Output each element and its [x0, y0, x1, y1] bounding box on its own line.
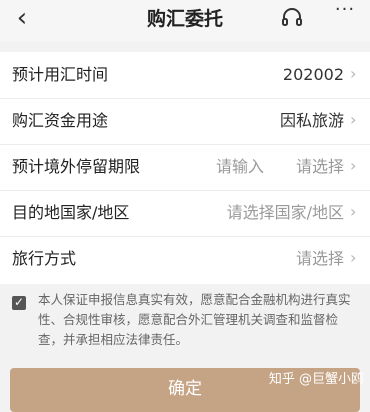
headset-icon[interactable] [280, 6, 304, 30]
chevron-right-icon: › [350, 156, 357, 175]
agreement-checkbox[interactable]: ✓ [12, 295, 26, 310]
row-expected-fx-time[interactable]: 预计用汇时间 202002 › [0, 52, 370, 99]
form-card: 预计用汇时间 202002 › 购汇资金用途 因私旅游 › 预计境外停留期限 请… [0, 52, 370, 284]
top-bar: ‹ 购汇委托 ··· [0, 0, 370, 42]
row-label: 预计境外停留期限 [12, 157, 141, 176]
row-destination[interactable]: 目的地国家/地区 请选择国家/地区 › [0, 190, 370, 237]
row-label: 购汇资金用途 [12, 111, 109, 130]
row-label: 预计用汇时间 [12, 65, 109, 84]
stay-duration-select[interactable]: 请选择 [296, 155, 344, 179]
more-options-icon[interactable]: ··· [330, 0, 360, 28]
chevron-right-icon: › [350, 202, 357, 221]
chevron-right-icon: › [350, 248, 357, 267]
row-travel-mode[interactable]: 旅行方式 请选择 › [0, 236, 370, 282]
check-icon: ✓ [14, 295, 25, 309]
chevron-right-icon: › [350, 64, 357, 83]
row-label: 旅行方式 [12, 249, 77, 268]
page-title: 购汇委托 [146, 8, 223, 30]
row-value: 请选择 [295, 249, 344, 268]
watermark: 知乎 @巨蟹小鸥 [268, 372, 364, 387]
row-fund-purpose[interactable]: 购汇资金用途 因私旅游 › [0, 98, 370, 145]
agreement-text: 本人保证申报信息真实有效，愿意配合金融机构进行真实性、合规性审核，愿意配合外汇管… [38, 292, 351, 347]
row-value: 202002 [282, 65, 344, 84]
row-stay-duration: 预计境外停留期限 请输入 请选择 › [0, 144, 370, 191]
row-label: 目的地国家/地区 [12, 203, 130, 222]
chevron-right-icon: › [350, 110, 357, 129]
row-value: 请选择国家/地区 [226, 203, 344, 222]
stay-duration-input[interactable]: 请输入 [216, 155, 264, 179]
row-value: 因私旅游 [279, 111, 344, 130]
